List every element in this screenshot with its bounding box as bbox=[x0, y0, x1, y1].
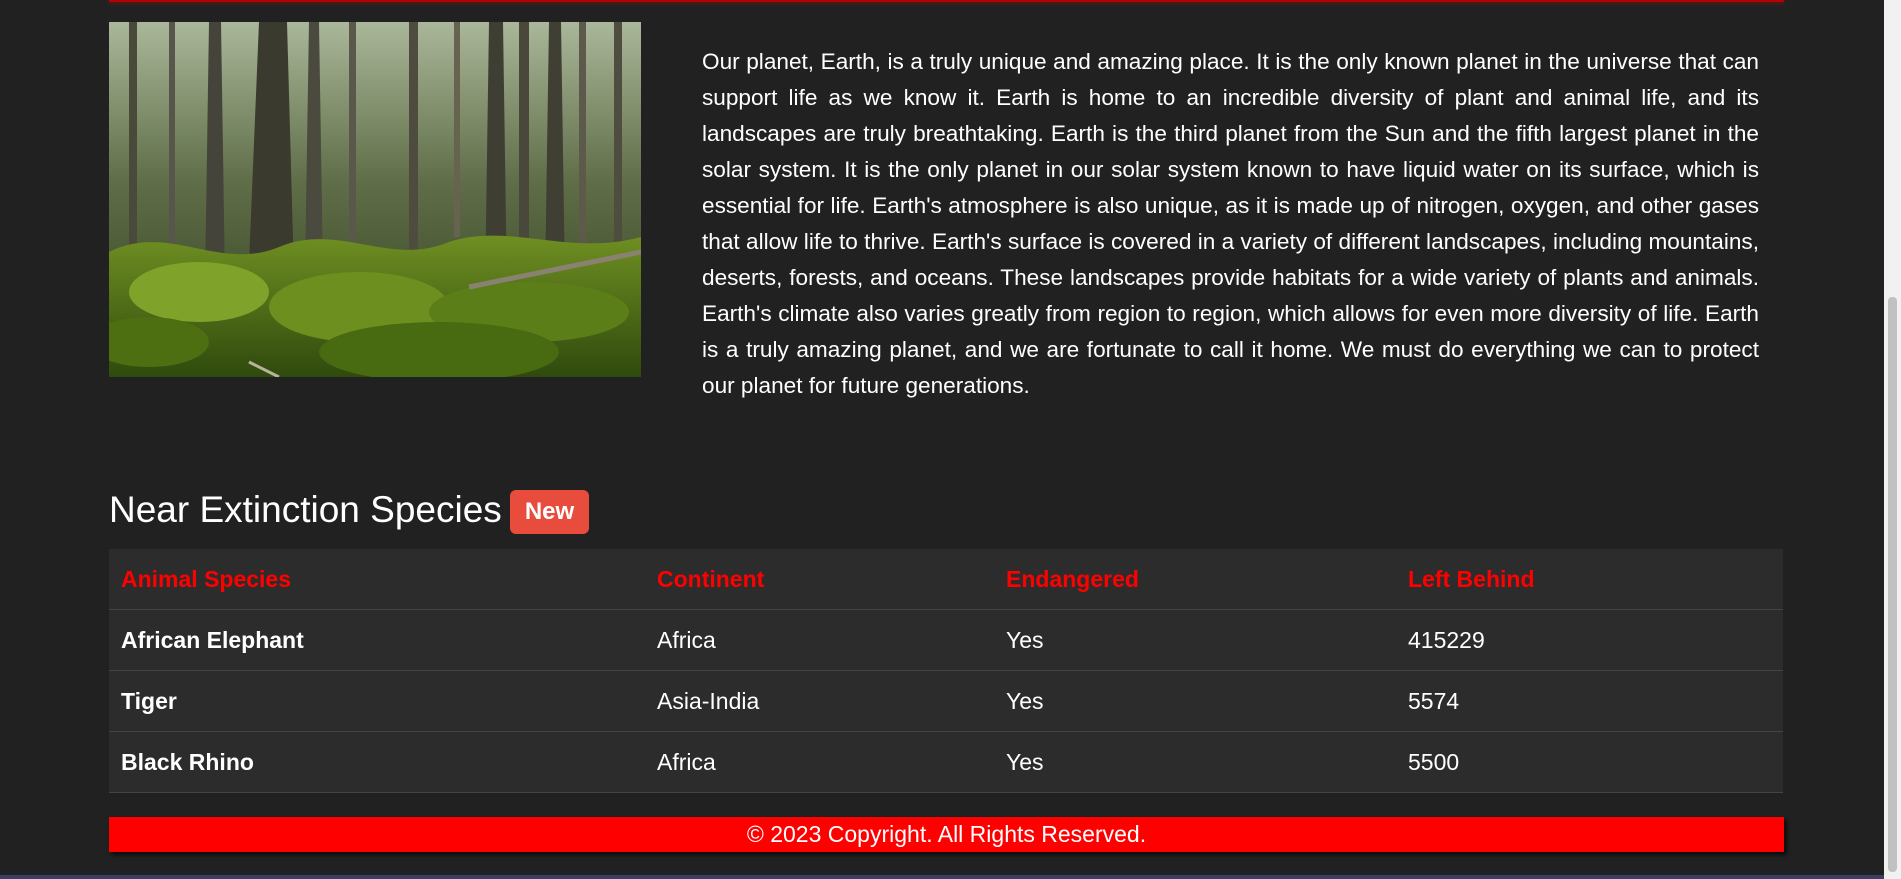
species-section-heading: Near Extinction Species New bbox=[109, 486, 590, 534]
endangered-cell: Yes bbox=[994, 670, 1396, 732]
column-header-continent: Continent bbox=[645, 549, 994, 610]
continent-cell: Asia-India bbox=[645, 670, 994, 732]
top-accent-line bbox=[109, 0, 1784, 2]
species-cell: African Elephant bbox=[109, 609, 645, 671]
species-cell: Tiger bbox=[109, 670, 645, 732]
table-row: African Elephant Africa Yes 415229 bbox=[109, 609, 1783, 671]
continent-cell: Africa bbox=[645, 731, 994, 793]
earth-description: Our planet, Earth, is a truly unique and… bbox=[702, 49, 1759, 398]
section-title: Near Extinction Species bbox=[109, 489, 502, 530]
species-cell: Black Rhino bbox=[109, 731, 645, 793]
table-row: Black Rhino Africa Yes 5500 bbox=[109, 731, 1783, 793]
forest-image bbox=[109, 22, 641, 377]
scrollbar-thumb[interactable] bbox=[1888, 297, 1897, 872]
bottom-strip bbox=[0, 875, 1901, 879]
species-table: Animal Species Continent Endangered Left… bbox=[109, 549, 1783, 793]
left-behind-cell: 415229 bbox=[1396, 609, 1783, 671]
footer-copyright: © 2023 Copyright. All Rights Reserved. bbox=[109, 817, 1784, 852]
endangered-cell: Yes bbox=[994, 609, 1396, 671]
column-header-endangered: Endangered bbox=[994, 549, 1396, 610]
new-badge: New bbox=[509, 490, 590, 534]
column-header-left-behind: Left Behind bbox=[1396, 549, 1783, 610]
column-header-animal-species: Animal Species bbox=[109, 549, 645, 610]
continent-cell: Africa bbox=[645, 609, 994, 671]
endangered-cell: Yes bbox=[994, 731, 1396, 793]
left-behind-cell: 5574 bbox=[1396, 670, 1783, 732]
table-header-row: Animal Species Continent Endangered Left… bbox=[109, 549, 1783, 610]
left-behind-cell: 5500 bbox=[1396, 731, 1783, 793]
vertical-scrollbar[interactable] bbox=[1884, 0, 1901, 879]
table-row: Tiger Asia-India Yes 5574 bbox=[109, 670, 1783, 732]
